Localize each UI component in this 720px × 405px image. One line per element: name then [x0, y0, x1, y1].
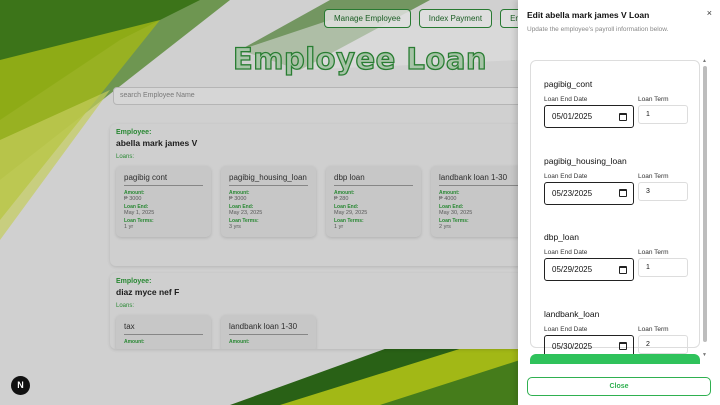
end-date-label: Loan End Date [544, 249, 588, 256]
scroll-thumb[interactable] [703, 66, 707, 342]
edit-loan-panel: Edit abella mark james V Loan Update the… [518, 0, 720, 405]
loan-term-input[interactable]: 3 [638, 181, 688, 201]
scroll-down-icon[interactable]: ▼ [702, 352, 707, 358]
end-date-label: Loan End Date [544, 172, 588, 180]
loan-title: pagibig_cont [544, 79, 593, 89]
close-button[interactable]: Close [527, 377, 711, 396]
term-label: Loan Term [638, 325, 669, 333]
loan-term-input[interactable]: 2 [638, 334, 688, 354]
end-date-input[interactable]: 05/01/2025 [544, 105, 634, 128]
end-date-label: Loan End Date [544, 325, 588, 333]
form-scroll-area[interactable]: pagibig_cont Loan End Date 05/01/2025 Lo… [530, 48, 708, 364]
loan-form: pagibig_cont Loan End Date 05/01/2025 Lo… [530, 60, 700, 358]
end-date-input[interactable]: 05/29/2025 [544, 258, 634, 281]
loan-term-input[interactable]: 1 [638, 258, 688, 277]
save-button[interactable] [530, 354, 700, 364]
panel-title: Edit abella mark james V Loan [527, 10, 650, 20]
loan-title: landbank_loan [544, 308, 600, 319]
calendar-icon[interactable] [619, 342, 627, 350]
loan-title: pagibig_housing_loan [544, 155, 627, 166]
loan-edit-block: pagibig_cont Loan End Date 05/01/2025 Lo… [544, 79, 688, 144]
end-date-value: 05/29/2025 [552, 265, 593, 274]
calendar-icon[interactable] [619, 189, 627, 197]
panel-subtitle: Update the employee's payroll informatio… [527, 26, 669, 33]
scrollbar[interactable]: ▲ ▼ [702, 58, 708, 358]
end-date-input[interactable]: 05/23/2025 [544, 181, 634, 205]
term-label: Loan Term [638, 172, 669, 180]
loan-edit-block: pagibig_housing_loan Loan End Date 05/23… [544, 156, 688, 221]
nextjs-badge[interactable]: N [11, 376, 30, 395]
end-date-value: 05/23/2025 [552, 188, 593, 198]
close-icon[interactable]: × [707, 8, 712, 18]
term-label: Loan Term [638, 96, 669, 103]
end-date-value: 05/30/2025 [552, 341, 593, 351]
loan-term-input[interactable]: 1 [638, 105, 688, 124]
calendar-icon[interactable] [619, 112, 627, 121]
loan-edit-block: dbp_loan Loan End Date 05/29/2025 Loan T… [544, 232, 688, 297]
end-date-value: 05/01/2025 [552, 112, 593, 121]
calendar-icon[interactable] [619, 265, 627, 274]
term-label: Loan Term [638, 249, 669, 256]
loan-title: dbp_loan [544, 232, 579, 242]
end-date-label: Loan End Date [544, 96, 588, 103]
scroll-up-icon[interactable]: ▲ [702, 58, 707, 64]
